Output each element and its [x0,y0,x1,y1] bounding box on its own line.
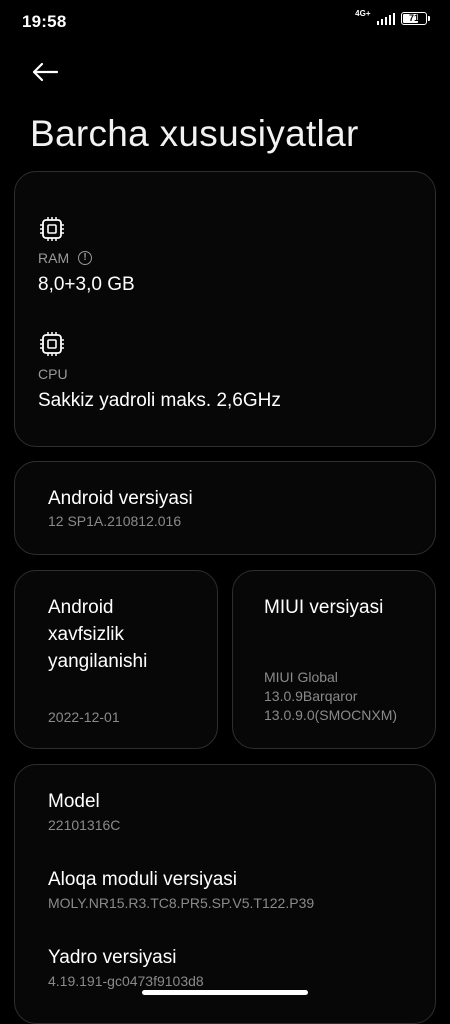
android-version-title: Android versiyasi [48,488,193,509]
miui-version-line: 13.0.9Barqaror [264,688,358,704]
ram-info-icon[interactable]: ! [78,251,92,265]
status-time: 19:58 [22,12,67,31]
signal-icon [376,12,395,25]
baseband-value: MOLY.NR15.R3.TC8.PR5.SP.V5.T122.P39 [48,895,315,911]
model-title: Model [48,791,100,812]
miui-version-title: MIUI versiyasi [264,597,384,618]
security-update-title-line: xavfsizlik [48,624,125,645]
battery-level: 71 [408,13,419,23]
miui-version-card[interactable]: MIUI versiyasi MIUI Global 13.0.9Barqaro… [232,570,436,749]
status-icons: 4G+ 71 [355,8,430,25]
kernel-title: Yadro versiyasi [48,947,177,968]
security-update-title-line: Android [48,597,114,618]
hardware-card: RAM ! 8,0+3,0 GB CPU Sakkiz yadroli maks… [14,171,436,447]
model-value: 22101316C [48,817,121,833]
back-arrow-icon [32,62,58,82]
security-update-title-line: yangilanishi [48,651,148,672]
security-update-title: Android xavfsizlik yangilanishi [48,594,147,675]
ram-value: 8,0+3,0 GB [38,274,135,295]
home-indicator[interactable] [142,990,308,995]
ram-label: RAM [38,250,70,266]
status-bar: 19:58 4G+ 71 [0,0,450,44]
device-info-card: Model 22101316C Aloqa moduli versiyasi M… [14,764,436,1024]
cpu-chip-icon [40,332,64,356]
network-type: 4G+ [355,8,371,18]
cpu-label: CPU [38,366,68,382]
baseband-title: Aloqa moduli versiyasi [48,869,238,890]
miui-version-line: 13.0.9.0(SMOCNXM) [264,707,398,723]
miui-version-line: MIUI Global [264,669,338,685]
ram-chip-icon [40,217,64,241]
back-button[interactable] [32,58,62,86]
security-update-card[interactable]: Android xavfsizlik yangilanishi 2022-12-… [14,570,218,749]
android-version-card[interactable]: Android versiyasi 12 SP1A.210812.016 [14,461,436,555]
android-version-value: 12 SP1A.210812.016 [48,513,182,529]
security-update-value: 2022-12-01 [48,709,120,725]
battery-icon: 71 [401,12,430,25]
miui-version-value: MIUI Global 13.0.9Barqaror 13.0.9.0(SMOC… [264,668,397,725]
kernel-value: 4.19.191-gc0473f9103d8 [48,973,204,989]
cpu-value: Sakkiz yadroli maks. 2,6GHz [38,390,281,411]
page-title: Barcha xususiyatlar [30,113,359,154]
